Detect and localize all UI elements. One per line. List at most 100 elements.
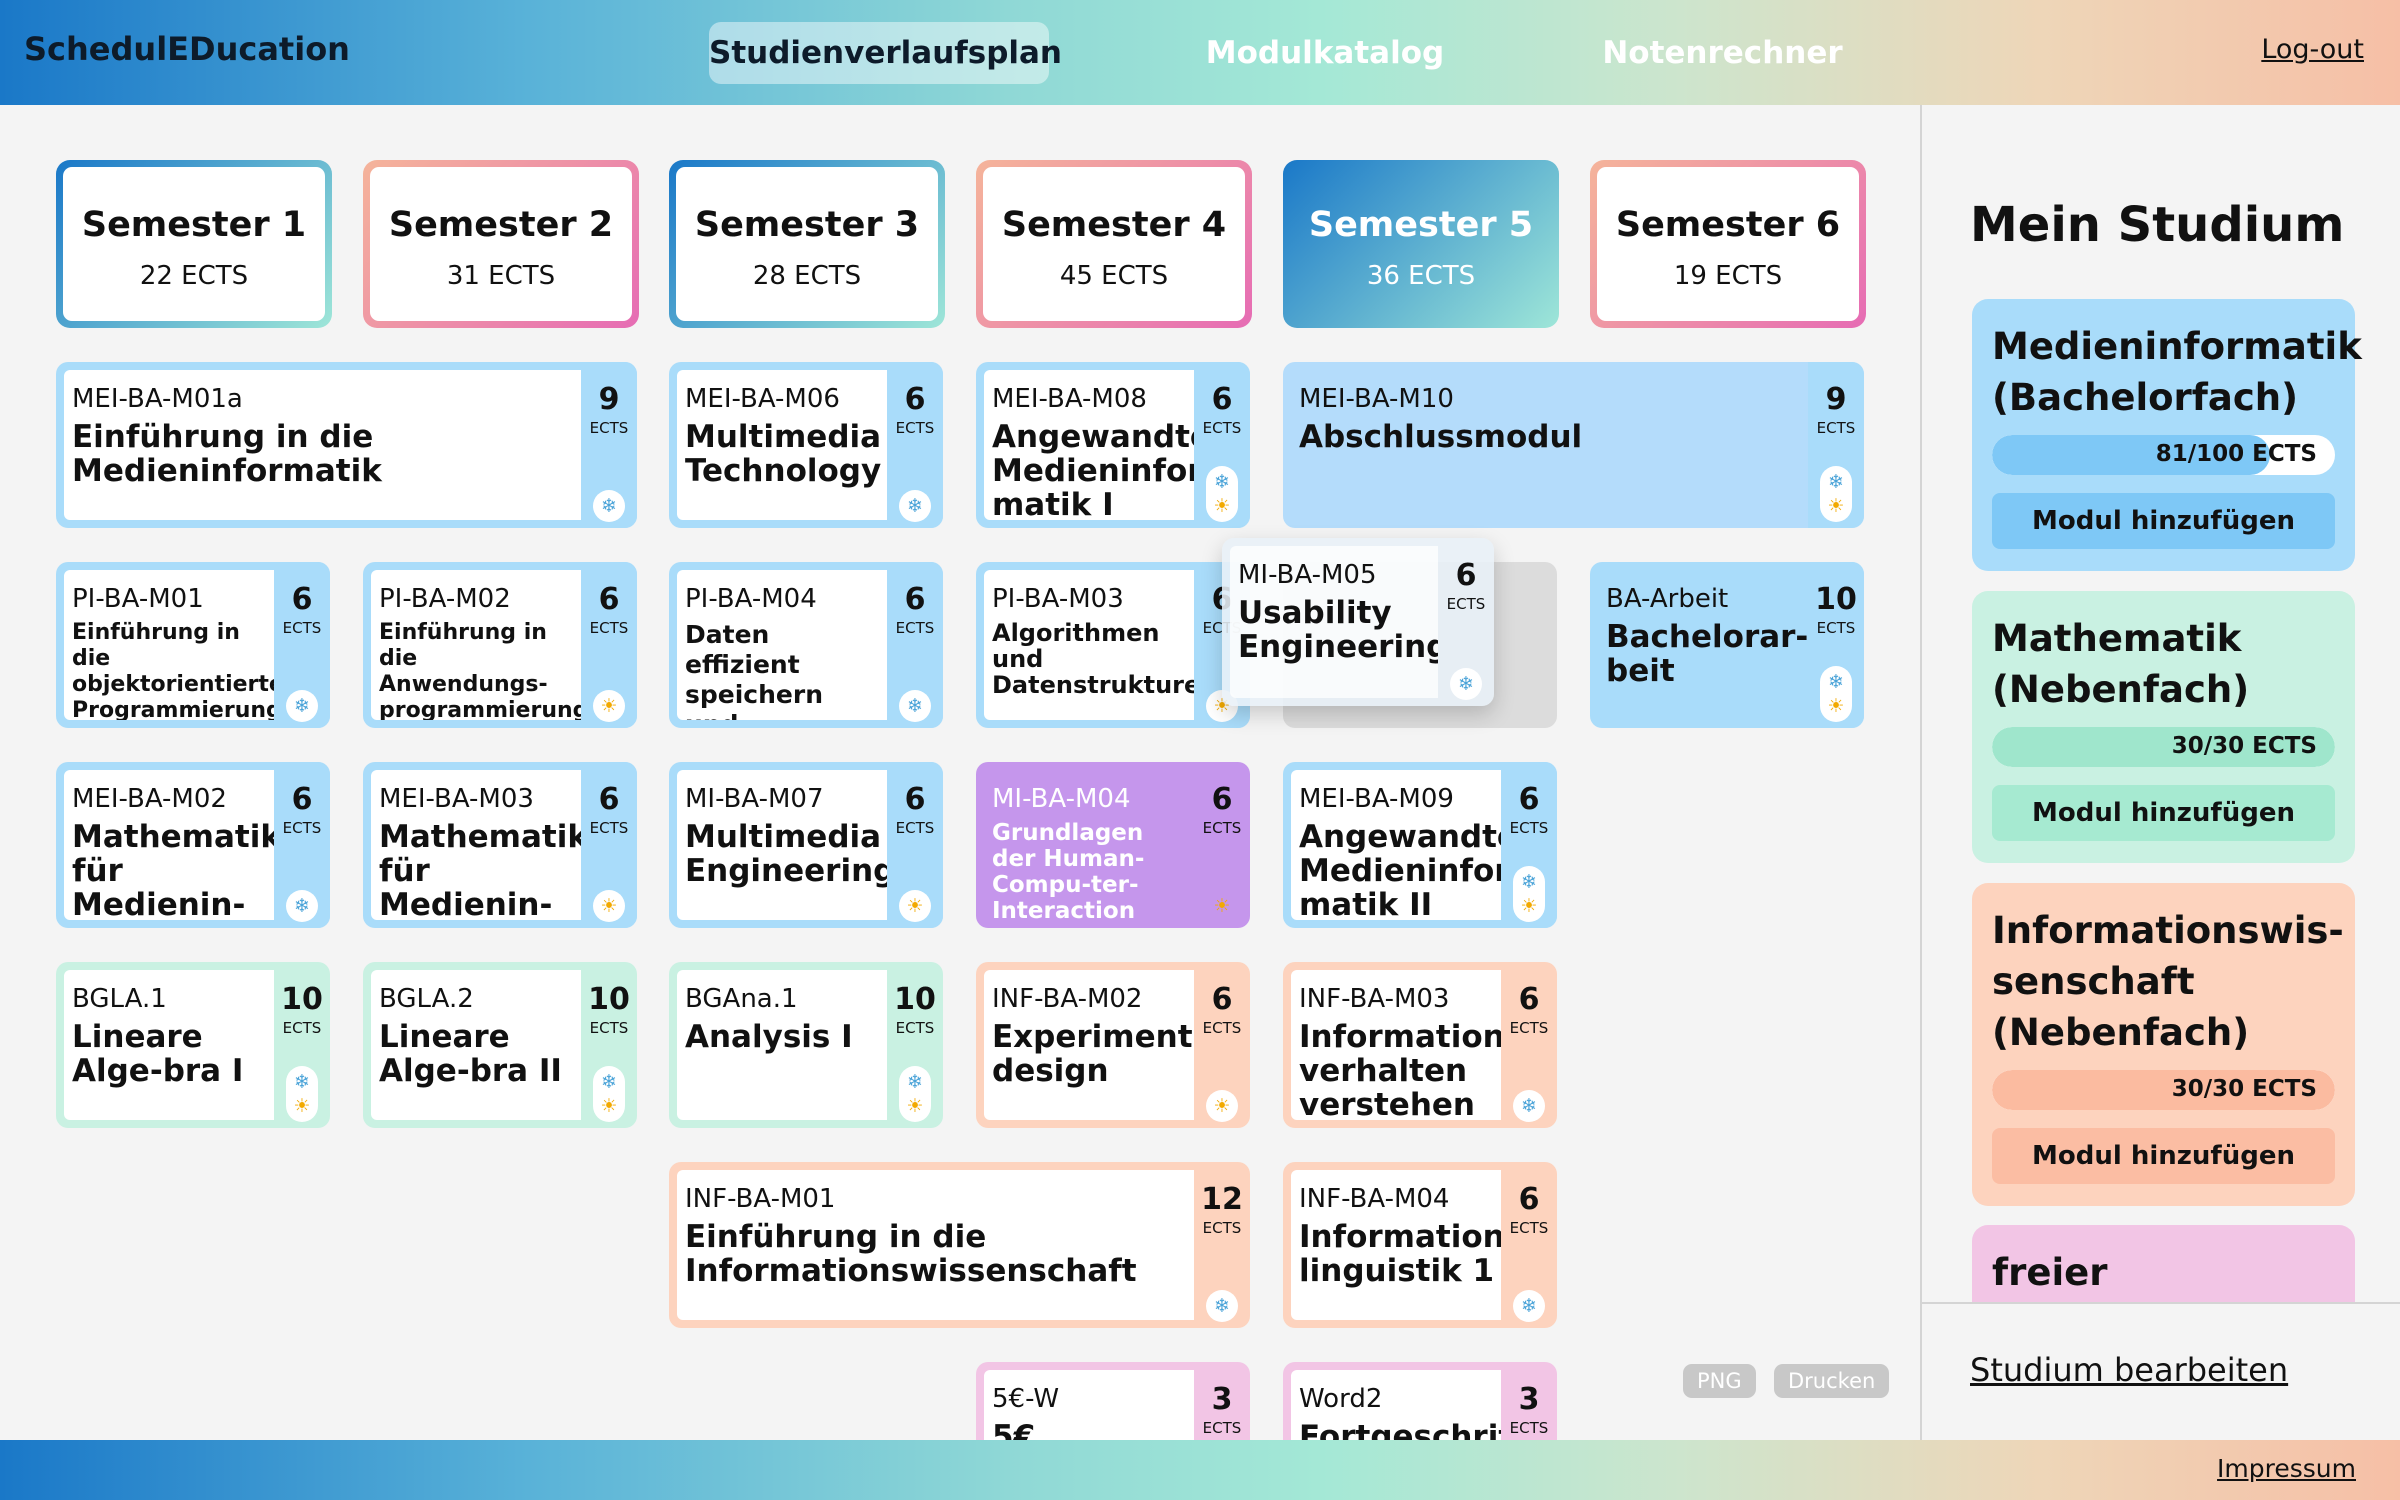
semester-2-header[interactable]: Semester 2 31 ECTS <box>363 160 639 328</box>
module-card-pi-ba-m02[interactable]: PI-BA-M02 Einführung in die Anwendungs-pr… <box>363 562 637 728</box>
module-card-pi-ba-m03[interactable]: PI-BA-M03 Algorithmen und Datenstrukturen… <box>976 562 1250 728</box>
semester-5-header[interactable]: Semester 5 36 ECTS <box>1283 160 1559 328</box>
module-card-mi-ba-m04[interactable]: MI-BA-M04 Grundlagen der Human-Compu-ter-… <box>976 762 1250 928</box>
add-module-button[interactable]: Modul hinzufügen <box>1992 1128 2335 1184</box>
module-card-bgla-1[interactable]: BGLA.1 Lineare Alge-bra I 10 ECTS ❄ ☀ <box>56 962 330 1128</box>
semester-6-header[interactable]: Semester 6 19 ECTS <box>1590 160 1866 328</box>
png-export-button[interactable]: PNG <box>1683 1364 1756 1398</box>
sun-icon: ☀ <box>1827 495 1845 517</box>
semester-title: Semester 3 <box>694 205 920 245</box>
module-ects: 10 <box>588 982 630 1017</box>
ects-label: ECTS <box>1509 819 1549 837</box>
snowflake-icon: ❄ <box>601 495 617 517</box>
module-card-inf-ba-m03[interactable]: INF-BA-M03 Informations-verhalten versteh… <box>1283 962 1557 1128</box>
module-code: PI-BA-M01 <box>72 584 204 614</box>
module-card-mei-ba-m06[interactable]: MEI-BA-M06 Multimedia Technology 6 ECTS ❄ <box>669 362 943 528</box>
term-indicator: ❄ ☀ <box>899 1066 931 1122</box>
program-progress-bar: 81/100 ECTS <box>1992 435 2335 475</box>
module-card-mei-ba-m01a[interactable]: MEI-BA-M01a Einführung in die Medieninfor… <box>56 362 637 528</box>
ects-label: ECTS <box>1446 595 1486 613</box>
panel-title: Mein Studium <box>1970 197 2345 253</box>
module-card-mei-ba-m10[interactable]: MEI-BA-M10 Abschlussmodul 9 ECTS ❄ ☀ <box>1283 362 1864 528</box>
top-navigation-bar: SchedulEDucation Studienverlaufsplan Mod… <box>0 0 2400 105</box>
module-card-bgla-2[interactable]: BGLA.2 Lineare Alge-bra II 10 ECTS ❄ ☀ <box>363 962 637 1128</box>
module-ects: 6 <box>1211 982 1233 1017</box>
sun-icon: ☀ <box>906 1095 924 1117</box>
module-name: Informations-linguistik 1 <box>1299 1219 1501 1289</box>
semester-ects: 45 ECTS <box>1059 261 1169 291</box>
ects-label: ECTS <box>895 1019 935 1037</box>
module-name: Angewandte Medieninfor-matik I <box>992 419 1194 520</box>
module-ects: 6 <box>1518 782 1540 817</box>
semester-1-header[interactable]: Semester 1 22 ECTS <box>56 160 332 328</box>
sun-icon: ☀ <box>293 1095 311 1117</box>
term-indicator: ❄ ☀ <box>1820 466 1852 522</box>
nav-studienverlaufsplan[interactable]: Studienverlaufsplan <box>709 22 1062 84</box>
nav-notenrechner[interactable]: Notenrechner <box>1600 22 1845 84</box>
module-card-mei-ba-m02[interactable]: MEI-BA-M02 Mathematik für Medienin-format… <box>56 762 330 928</box>
dragged-module-card-mi-ba-m05[interactable]: MI-BA-M05 Usability Engineering 6 ECTS ❄ <box>1222 538 1494 706</box>
program-name: Informationswis-senschaft (Nebenfach) <box>1992 909 2344 1054</box>
program-progress-bar: 30/30 ECTS <box>1992 727 2335 767</box>
module-name: Algorithmen und Datenstrukturen <box>992 619 1194 699</box>
semester-4-header[interactable]: Semester 4 45 ECTS <box>976 160 1252 328</box>
module-code: MEI-BA-M08 <box>992 384 1147 414</box>
module-code: BA-Arbeit <box>1606 584 1729 614</box>
module-name: Informations-verhalten verstehen <box>1299 1019 1501 1120</box>
module-card-bgana-1[interactable]: BGAna.1 Analysis I 10 ECTS ❄ ☀ <box>669 962 943 1128</box>
add-module-button[interactable]: Modul hinzufügen <box>1992 785 2335 841</box>
edit-studies-link[interactable]: Studium bearbeiten <box>1970 1351 2288 1389</box>
logout-link[interactable]: Log-out <box>2261 34 2364 65</box>
module-ects: 9 <box>1825 382 1847 417</box>
ects-label: ECTS <box>589 1019 629 1037</box>
semester-ects: 31 ECTS <box>446 261 556 291</box>
module-card-pi-ba-m01[interactable]: PI-BA-M01 Einführung in die objektorienti… <box>56 562 330 728</box>
semester-ects: 22 ECTS <box>139 261 249 291</box>
my-studies-panel: Mein Studium Medieninformatik (Bachelorf… <box>1920 105 2400 1440</box>
snowflake-icon: ❄ <box>1521 871 1537 893</box>
module-name: Einführung in die Anwendungs-programmier… <box>379 620 581 720</box>
term-indicator: ❄ <box>1206 1290 1238 1322</box>
snowflake-icon: ❄ <box>1828 471 1844 493</box>
module-code: MEI-BA-M02 <box>72 784 227 814</box>
module-code: MEI-BA-M10 <box>1299 384 1454 414</box>
brand-logo[interactable]: SchedulEDucation <box>24 30 350 68</box>
module-name: Mathematik für Medienin-formatik I <box>72 819 274 920</box>
ects-label: ECTS <box>282 1019 322 1037</box>
term-indicator: ❄ <box>286 690 318 722</box>
module-code: MI-BA-M04 <box>992 784 1131 814</box>
module-ects: 6 <box>598 582 620 617</box>
module-code: Word2 <box>1299 1384 1383 1414</box>
nav-modulkatalog[interactable]: Modulkatalog <box>1190 22 1460 84</box>
module-card-mei-ba-m08[interactable]: MEI-BA-M08 Angewandte Medieninfor-matik I… <box>976 362 1250 528</box>
term-indicator: ❄ <box>899 490 931 522</box>
module-card-mi-ba-m07[interactable]: MI-BA-M07 Multimedia Engineering 6 ECTS ☀ <box>669 762 943 928</box>
semester-title: Semester 6 <box>1615 205 1841 245</box>
sun-icon: ☀ <box>1213 895 1231 917</box>
module-ects: 6 <box>904 382 926 417</box>
module-ects: 9 <box>598 382 620 417</box>
snowflake-icon: ❄ <box>601 1071 617 1093</box>
program-card-medieninformatik: Medieninformatik (Bachelorfach) 81/100 E… <box>1972 299 2362 571</box>
add-module-button[interactable]: Modul hinzufügen <box>1992 493 2335 549</box>
semester-3-header[interactable]: Semester 3 28 ECTS <box>669 160 945 328</box>
module-card-inf-ba-m04[interactable]: INF-BA-M04 Informations-linguistik 1 6 ECT… <box>1283 1162 1557 1328</box>
print-button[interactable]: Drucken <box>1774 1364 1890 1398</box>
term-indicator: ❄ ☀ <box>1513 866 1545 922</box>
module-card-inf-ba-m01[interactable]: INF-BA-M01 Einführung in die Informations… <box>669 1162 1250 1328</box>
module-card-ba-arbeit[interactable]: BA-Arbeit Bachelorar-beit 10 ECTS ❄ ☀ <box>1590 562 1864 728</box>
ects-label: ECTS <box>1816 419 1856 437</box>
module-name: Abschlussmodul <box>1299 419 1583 455</box>
sun-icon: ☀ <box>1213 1095 1231 1117</box>
snowflake-icon: ❄ <box>1828 671 1844 693</box>
module-ects: 6 <box>1211 382 1233 417</box>
module-card-inf-ba-m02[interactable]: INF-BA-M02 Experiment-design 6 ECTS ☀ <box>976 962 1250 1128</box>
module-card-pi-ba-m04[interactable]: PI-BA-M04 Daten effizient speichern und v… <box>669 562 943 728</box>
module-card-mei-ba-m03[interactable]: MEI-BA-M03 Mathematik für Medienin-format… <box>363 762 637 928</box>
impressum-link[interactable]: Impressum <box>2217 1454 2356 1483</box>
ects-label: ECTS <box>1509 1419 1549 1437</box>
ects-label: ECTS <box>895 419 935 437</box>
module-card-mei-ba-m09[interactable]: MEI-BA-M09 Angewandte Medieninfor-matik I… <box>1283 762 1557 928</box>
term-indicator: ☀ <box>593 890 625 922</box>
module-ects: 6 <box>1211 782 1233 817</box>
